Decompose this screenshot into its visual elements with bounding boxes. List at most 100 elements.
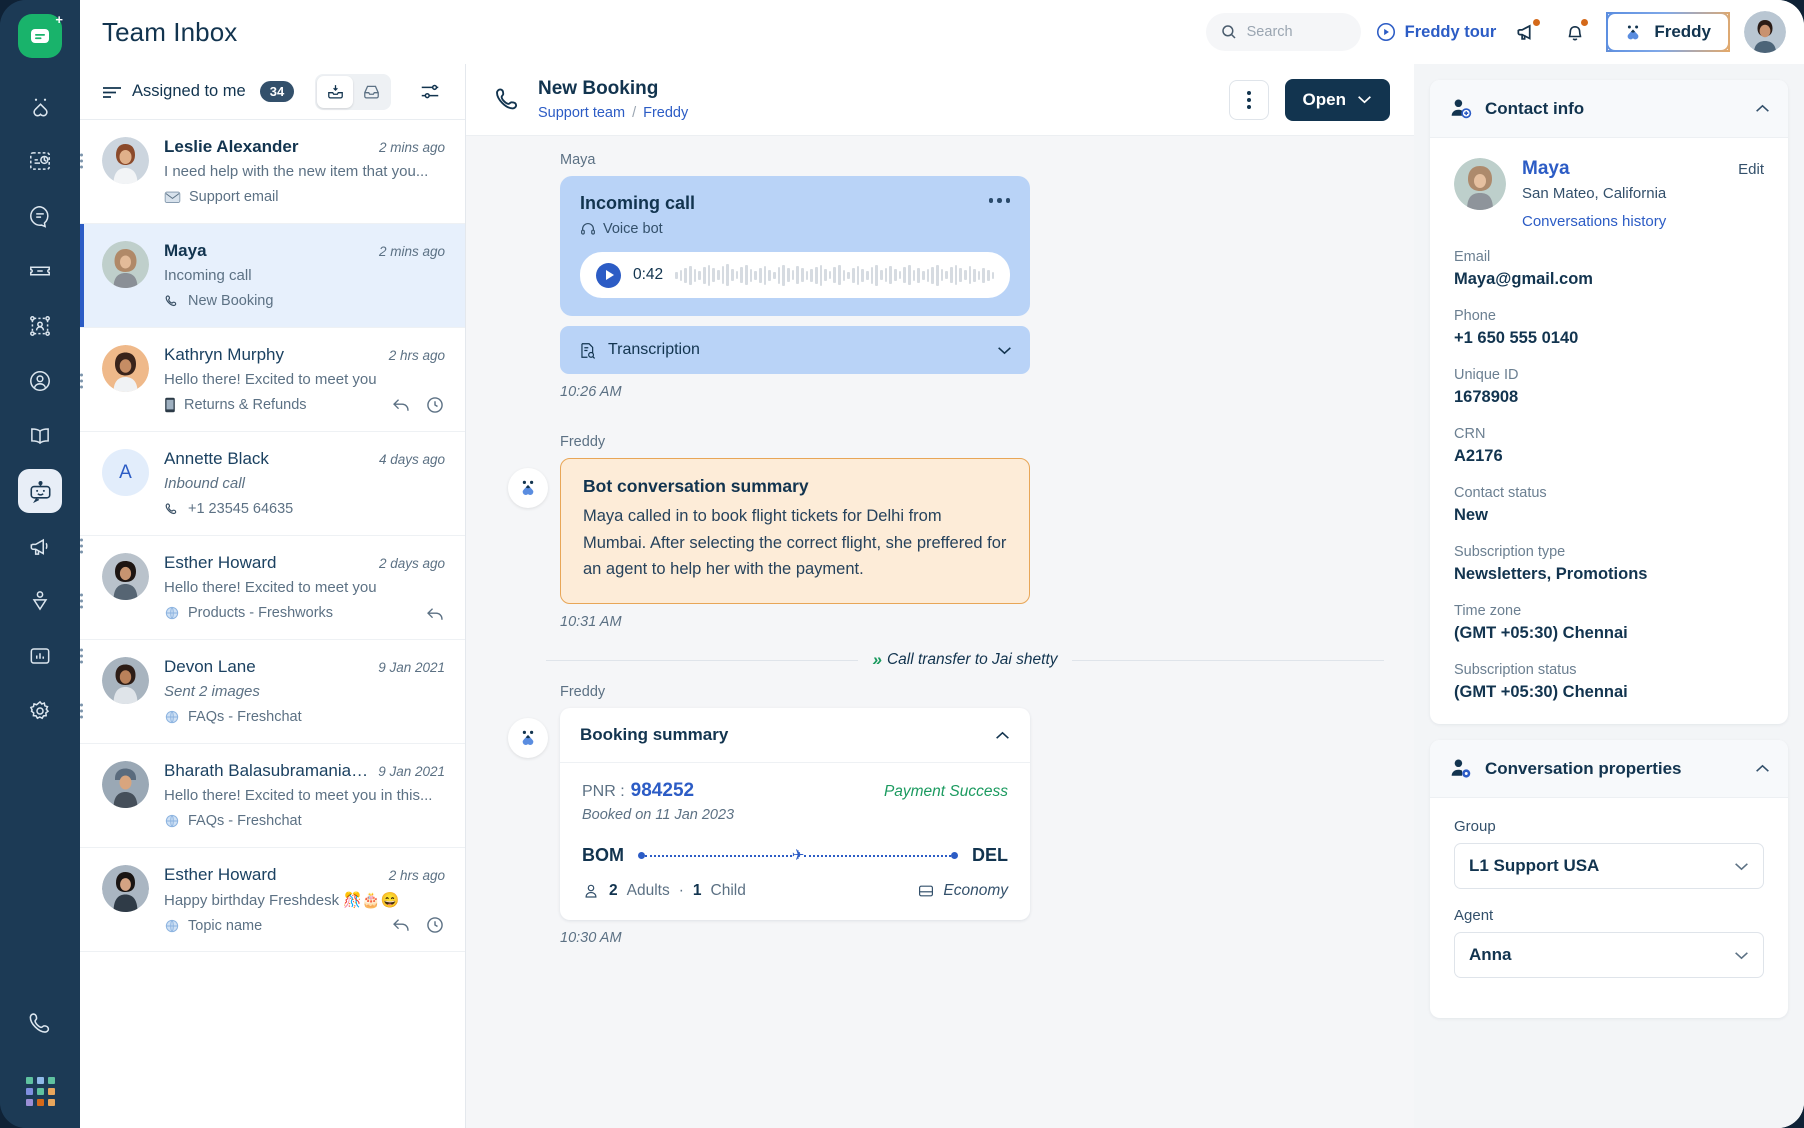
sidebar-item-settings[interactable] — [18, 689, 83, 733]
booking-summary-header[interactable]: Booking summary — [560, 708, 1030, 764]
contact-location: San Mateo, California — [1522, 185, 1667, 202]
announcements-button[interactable] — [1510, 15, 1544, 49]
search-input[interactable]: Search — [1205, 13, 1361, 51]
sidebar-item-knowledge-base[interactable] — [18, 414, 62, 458]
reply-icon[interactable] — [425, 605, 445, 623]
sidebar-item-bots[interactable] — [18, 469, 62, 513]
message-preview: Hello there! Excited to meet you — [164, 371, 377, 388]
sidebar-item-conversations[interactable] — [18, 194, 62, 238]
conversation-properties-panel: Conversation properties Group L1 Support… — [1430, 740, 1788, 1018]
apps-grid-icon[interactable] — [25, 1077, 55, 1106]
avatar — [102, 761, 149, 808]
inbox-view-toggle — [315, 73, 391, 110]
clock-icon[interactable] — [425, 395, 445, 415]
inbox-icon — [363, 85, 379, 99]
contact-avatar-image — [1454, 158, 1506, 210]
sidebar-item-contacts[interactable] — [18, 359, 83, 403]
freshworks-logo[interactable]: + — [18, 12, 63, 58]
filter-settings-button[interactable] — [415, 77, 445, 107]
conversation-properties-body: Group L1 Support USA Agent Anna — [1430, 798, 1788, 1018]
field-value: New — [1454, 506, 1488, 524]
clock-icon[interactable] — [425, 915, 445, 935]
breadcrumb-team[interactable]: Support team — [538, 105, 625, 121]
avatar — [508, 718, 548, 759]
sort-icon[interactable] — [102, 85, 122, 99]
sidebar-item-leads[interactable] — [18, 579, 83, 623]
conversations-history-link[interactable]: Conversations history — [1522, 213, 1764, 230]
list-item[interactable]: Bharath Balasubramaniam... 9 Jan 2021 He… — [80, 744, 465, 848]
reply-icon[interactable] — [391, 396, 411, 414]
message-thread[interactable]: Maya Incoming call Voice bot 0:42 Transc… — [466, 136, 1414, 1128]
status-dropdown-button[interactable]: Open — [1284, 78, 1390, 121]
avatar — [102, 241, 149, 288]
sidebar-item-tickets[interactable] — [18, 249, 62, 293]
body-columns: Assigned to me 34 Leslie Alexander 2 min… — [80, 64, 1804, 1128]
chevron-up-icon[interactable] — [995, 731, 1010, 740]
tab-all-inbox[interactable] — [353, 76, 389, 108]
list-item[interactable]: A Annette Black 4 days ago Inbound call — [80, 432, 465, 536]
contact-field: Subscription status (GMT +05:30) Chennai — [1454, 662, 1764, 702]
list-item-content: Esther Howard 2 days ago Hello there! Ex… — [164, 553, 445, 623]
freddy-tour-button[interactable]: Freddy tour — [1375, 21, 1497, 43]
knowledge-base-icon — [31, 428, 49, 445]
contact-name: Esther Howard — [164, 865, 277, 884]
play-button[interactable] — [596, 262, 621, 288]
rail-bottom-group — [18, 1000, 62, 1128]
assigned-filter-label[interactable]: Assigned to me — [132, 82, 246, 101]
freddy-tour-label: Freddy tour — [1404, 22, 1497, 41]
incoming-call-card: Incoming call Voice bot 0:42 — [560, 176, 1030, 316]
sidebar-item-customer-journey[interactable] — [18, 304, 62, 348]
timestamp: 4 days ago — [378, 452, 445, 467]
chevron-up-icon[interactable] — [1755, 764, 1770, 773]
sidebar-item-campaigns[interactable] — [18, 524, 83, 568]
contact-info-panel: Contact info Maya Edit San Mateo, Califo… — [1430, 80, 1788, 724]
list-item-content: Maya 2 mins ago Incoming call New Bookin… — [164, 241, 445, 311]
call-source: Voice bot — [580, 221, 695, 237]
conversation-properties-header[interactable]: Conversation properties — [1430, 740, 1788, 798]
contact-name[interactable]: Maya — [1522, 158, 1570, 180]
booking-summary-title: Booking summary — [580, 725, 729, 745]
inbox-download-icon — [327, 85, 343, 99]
sidebar-item-dashboard[interactable] — [18, 139, 83, 183]
waveform[interactable] — [675, 262, 994, 288]
contact-info-header[interactable]: Contact info — [1430, 80, 1788, 138]
list-item[interactable]: Esther Howard 2 hrs ago Happy birthday F… — [80, 848, 465, 952]
avatar[interactable] — [1744, 11, 1786, 53]
field-value: +1 650 555 0140 — [1454, 329, 1579, 347]
summary-body: Maya called in to book flight tickets fo… — [583, 507, 1007, 579]
agent-select[interactable]: Anna — [1454, 932, 1764, 978]
chevron-up-icon[interactable] — [1755, 104, 1770, 113]
contact-add-icon — [1451, 99, 1472, 119]
breadcrumb-bot[interactable]: Freddy — [643, 105, 688, 121]
edit-contact-link[interactable]: Edit — [1738, 161, 1764, 178]
message-preview: Sent 2 images — [164, 683, 260, 700]
group-select[interactable]: L1 Support USA — [1454, 843, 1764, 889]
more-options-button[interactable] — [1228, 79, 1269, 120]
list-item[interactable]: Leslie Alexander 2 mins ago I need help … — [80, 120, 465, 224]
conversation-header: New Booking Support team / Freddy Open — [466, 64, 1414, 136]
notifications-button[interactable] — [1558, 15, 1592, 49]
divider-line — [546, 659, 859, 661]
timestamp: 2 hrs ago — [388, 348, 445, 363]
list-item[interactable]: Maya 2 mins ago Incoming call New Bookin… — [80, 224, 465, 328]
list-item[interactable]: Kathryn Murphy 2 hrs ago Hello there! Ex… — [80, 328, 465, 432]
summary-title: Bot conversation summary — [583, 476, 809, 496]
channel-label: FAQs - Freshchat — [188, 813, 302, 829]
avatar — [102, 345, 149, 392]
list-item[interactable]: Devon Lane 9 Jan 2021 Sent 2 images FAQs… — [80, 640, 465, 744]
pnr-value[interactable]: 984252 — [631, 780, 694, 802]
reply-icon[interactable] — [391, 916, 411, 934]
list-item[interactable]: Esther Howard 2 days ago Hello there! Ex… — [80, 536, 465, 640]
conversation-list[interactable]: Leslie Alexander 2 mins ago I need help … — [80, 120, 465, 1128]
sidebar-item-freddy-copilot[interactable] — [18, 84, 62, 128]
agent-field: Agent Anna — [1454, 907, 1764, 978]
adults-label: Adults — [626, 882, 670, 900]
transcription-toggle[interactable]: Transcription — [560, 326, 1030, 374]
sidebar-item-analytics[interactable] — [18, 634, 83, 678]
audio-player[interactable]: 0:42 — [580, 252, 1010, 298]
sidebar-item-phone[interactable] — [18, 1000, 62, 1044]
call-card-more-button[interactable] — [988, 193, 1010, 203]
tab-open-inbox[interactable] — [317, 75, 353, 108]
bot-message-row: Bot conversation summary Maya called in … — [508, 458, 1384, 605]
freddy-assistant-button[interactable]: Freddy — [1606, 12, 1730, 52]
